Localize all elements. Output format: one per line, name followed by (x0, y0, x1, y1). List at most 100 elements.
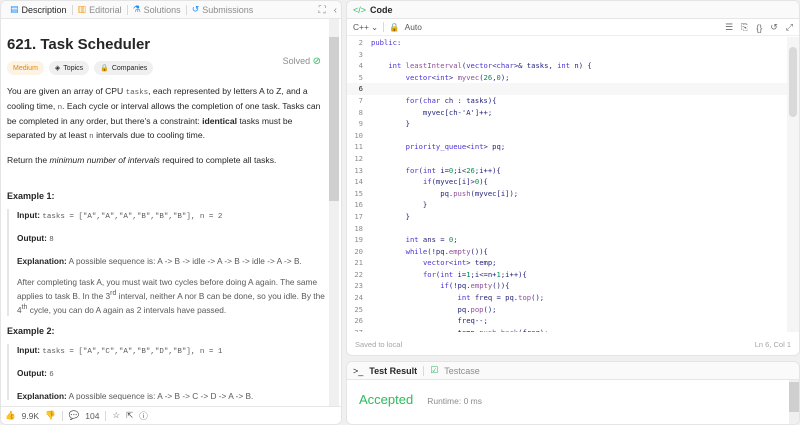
code-line[interactable]: 17 } (347, 211, 787, 223)
result-panel: >_ Test Result ☑ Testcase Accepted Runti… (346, 361, 800, 425)
code-line[interactable]: 3 (347, 49, 787, 61)
line-number: 6 (358, 84, 363, 94)
tab-description[interactable]: ▤ Description (5, 1, 72, 19)
description-footer: 👍 9.9K 👎 💬 104 ☆ ⇱ ⓘ (1, 406, 341, 424)
code-text: int ans = 0; (405, 235, 458, 245)
topics-tag[interactable]: ◈ Topics (48, 61, 90, 75)
desc-text: required to complete all tasks. (159, 154, 277, 165)
code-editor[interactable]: 2 public: 3 4 int leastInterval(vector<char… (347, 37, 787, 332)
code-line[interactable]: 18 (347, 223, 787, 235)
code-line[interactable]: 12 (347, 153, 787, 165)
code-line[interactable]: 4 int leastInterval(vector<char>& tasks,… (347, 60, 787, 72)
code-title[interactable]: Code (370, 5, 393, 15)
line-number: 11 (354, 142, 363, 152)
scrollbar-thumb[interactable] (329, 37, 339, 201)
code-line[interactable]: 2 public: (347, 37, 787, 49)
share-icon[interactable]: ⇱ (126, 410, 133, 421)
description-content: 621. Task Scheduler Solved ⊘ Medium ◈ Top… (1, 20, 331, 400)
code-line[interactable]: 6 (347, 83, 787, 95)
line-number: 7 (358, 95, 363, 105)
expand-icon[interactable]: ⤢ (786, 22, 793, 33)
tab-submissions[interactable]: ↺ Submissions (187, 1, 259, 19)
code-line[interactable]: 5 vector<int> myvec(26,0); (347, 72, 787, 84)
code-line[interactable]: 19 int ans = 0; (347, 234, 787, 246)
code-line[interactable]: 22 for(int i=1;i<=n+1;i++){ (347, 269, 787, 281)
tag-icon: ◈ (54, 65, 61, 72)
line-number: 26 (354, 316, 363, 326)
tab-testcase[interactable]: Testcase (444, 366, 480, 376)
star-icon[interactable]: ☆ (112, 410, 120, 421)
code-text: } (371, 211, 410, 221)
companies-tag[interactable]: 🔒 Companies (94, 61, 154, 75)
app-root: ▤ Description ▥ Editorial ⚗ Solutions ↺ … (0, 0, 800, 425)
format-icon[interactable]: ☰ (725, 22, 733, 33)
example-1-input: Input: tasks = ["A","A","A","B","B","B"]… (17, 209, 325, 223)
example-2-block: Input: tasks = ["A","C","A","B","D","B"]… (7, 343, 325, 400)
code-text: vector<int> myvec(26,0); (405, 72, 510, 82)
code-line[interactable]: 25 pq.pop(); (347, 304, 787, 316)
tab-editorial[interactable]: ▥ Editorial (73, 1, 127, 19)
desc-text: intervals due to cooling time. (93, 129, 205, 140)
panel-controls: ⛶ ‹ (319, 1, 337, 19)
line-number: 5 (358, 72, 363, 82)
code-line[interactable]: 9 } (347, 118, 787, 130)
solved-label: Solved (282, 56, 311, 66)
braces-icon[interactable]: {} (756, 23, 762, 33)
code-icon: </> (353, 4, 367, 15)
code-line[interactable]: 8 myvec[ch-'A']++; (347, 107, 787, 119)
code-line[interactable]: 21 vector<int> temp; (347, 257, 787, 269)
lock-icon: 🔒 (100, 65, 109, 72)
code-panel: </> Code C++ ⌄ 🔒 Auto ☰ ⎘ {} ↺ ⤢ 2 public… (346, 0, 800, 356)
line-number: 15 (354, 188, 363, 198)
chevron-down-icon: ⌄ (371, 22, 379, 32)
code-line[interactable]: 13 for(int i=0;i<26;i++){ (347, 165, 787, 177)
description-scrollbar[interactable] (329, 19, 339, 411)
collapse-icon[interactable]: ‹ (334, 5, 337, 16)
code-line[interactable]: 10 (347, 130, 787, 142)
maximize-icon[interactable]: ⛶ (319, 5, 326, 16)
language-select[interactable]: C++ ⌄ (353, 22, 378, 32)
code-text: pq.push(myvec[i]); (371, 188, 519, 198)
editor-scrollbar[interactable] (787, 37, 799, 332)
result-scrollbar[interactable] (789, 380, 799, 424)
code-line[interactable]: 20 while(!pq.empty()){ (347, 246, 787, 258)
line-number: 23 (354, 281, 363, 291)
help-icon[interactable]: ⓘ (139, 410, 148, 422)
tab-submissions-label: Submissions (202, 4, 254, 15)
thumbs-down-icon[interactable]: 👎 (45, 410, 56, 421)
extra-text: cycle, you can do A again as 2 intervals… (27, 304, 227, 315)
code-line[interactable]: 14 if(myvec[i]>0){ (347, 176, 787, 188)
code-line[interactable]: 23 if(!pq.empty()){ (347, 280, 787, 292)
code-line[interactable]: 15 pq.push(myvec[i]); (347, 188, 787, 200)
code-text: } (371, 119, 410, 129)
reset-icon[interactable]: ↺ (770, 22, 778, 33)
line-number: 24 (354, 293, 363, 303)
thumbs-up-icon[interactable]: 👍 (5, 410, 16, 421)
line-number: 14 (354, 177, 363, 187)
footer-divider (61, 410, 63, 421)
tab-solutions[interactable]: ⚗ Solutions (128, 1, 186, 19)
bookmark-icon[interactable]: ⎘ (741, 22, 748, 33)
code-tabbar: </> Code (347, 1, 799, 19)
submissions-icon: ↺ (191, 4, 200, 14)
line-number: 10 (354, 130, 363, 140)
code-line[interactable]: 7 for(char ch : tasks){ (347, 95, 787, 107)
code-line[interactable]: 11 priority_queue<int> pq; (347, 141, 787, 153)
difficulty-badge[interactable]: Medium (7, 61, 44, 75)
code-line[interactable]: 16 } (347, 199, 787, 211)
code-line[interactable]: 26 freq--; (347, 315, 787, 327)
comment-icon[interactable]: 💬 (69, 410, 80, 421)
line-number: 2 (358, 38, 363, 47)
line-number: 16 (354, 200, 363, 210)
line-number: 22 (354, 269, 363, 279)
line-number: 9 (358, 119, 363, 129)
tab-test-result[interactable]: Test Result (369, 366, 417, 376)
terminal-icon: >_ (353, 365, 364, 376)
code-line[interactable]: 24 int freq = pq.top(); (347, 292, 787, 304)
editor-scrollbar-thumb[interactable] (789, 47, 797, 117)
code-text: vector<int> temp; (422, 258, 497, 268)
code-line[interactable]: 27 temp.push_back(freq); (347, 327, 787, 332)
result-scrollbar-thumb[interactable] (789, 382, 799, 412)
mode-label: Auto (404, 22, 422, 32)
explanation-value: A possible sequence is: A -> B -> idle -… (68, 256, 302, 267)
